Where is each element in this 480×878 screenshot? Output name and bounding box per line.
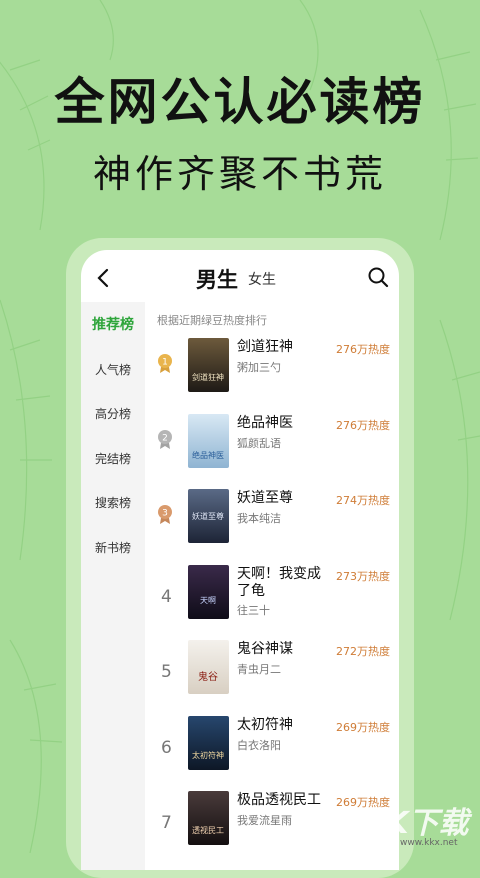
book-cover[interactable]: 鬼谷 bbox=[188, 640, 229, 694]
book-author: 白衣洛阳 bbox=[237, 739, 281, 752]
svg-text:太初符神: 太初符神 bbox=[192, 750, 224, 760]
book-heat: 274万热度 bbox=[336, 494, 390, 507]
search-icon[interactable] bbox=[367, 266, 389, 288]
svg-text:绝品神医: 绝品神医 bbox=[192, 450, 224, 460]
list-hint: 根据近期绿豆热度排行 bbox=[157, 314, 267, 327]
book-title[interactable]: 天啊！我变成了龟 bbox=[237, 566, 327, 600]
medal-icon: 2 bbox=[158, 430, 172, 449]
sidebar-item-top-rated[interactable]: 高分榜 bbox=[81, 405, 145, 422]
rank-number: 5 bbox=[161, 662, 172, 682]
phone-screen: 男生 女生 推荐榜 人气榜 高分榜 完结榜 搜索榜 新书榜 根据近期绿豆热度排行… bbox=[81, 250, 399, 870]
sidebar-item-new[interactable]: 新书榜 bbox=[81, 539, 145, 556]
book-cover[interactable]: 天啊 bbox=[188, 565, 229, 619]
top-nav: 男生 女生 bbox=[81, 250, 399, 302]
book-title[interactable]: 太初符神 bbox=[237, 717, 327, 734]
list-item[interactable]: 1 剑道狂神 剑道狂神 粥加三勺 276万热度 bbox=[145, 338, 399, 408]
book-title[interactable]: 妖道至尊 bbox=[237, 490, 327, 507]
tab-female[interactable]: 女生 bbox=[248, 269, 276, 289]
list-item[interactable]: 6 太初符神 太初符神 白衣洛阳 269万热度 bbox=[145, 716, 399, 786]
rank-number: 7 bbox=[161, 813, 172, 833]
sidebar-item-completed[interactable]: 完结榜 bbox=[81, 450, 145, 467]
watermark-url: www.kkx.net bbox=[400, 838, 458, 848]
book-list: 根据近期绿豆热度排行 1 剑道狂神 剑道狂神 粥加三勺 276万热度 2 绝品神… bbox=[145, 302, 399, 870]
book-cover[interactable]: 透视民工 bbox=[188, 791, 229, 845]
sidebar-item-popular[interactable]: 人气榜 bbox=[81, 361, 145, 378]
svg-text:鬼谷: 鬼谷 bbox=[198, 670, 218, 683]
list-item[interactable]: 2 绝品神医 绝品神医 狐颜乱语 276万热度 bbox=[145, 414, 399, 484]
book-author: 我爱流星雨 bbox=[237, 814, 292, 827]
book-title[interactable]: 极品透视民工 bbox=[237, 792, 327, 809]
chevron-left-icon[interactable] bbox=[93, 266, 113, 290]
book-author: 粥加三勺 bbox=[237, 361, 281, 374]
promo-headline: 全网公认必读榜 bbox=[54, 73, 426, 131]
svg-text:3: 3 bbox=[162, 509, 168, 519]
book-cover[interactable]: 剑道狂神 bbox=[188, 338, 229, 392]
svg-text:透视民工: 透视民工 bbox=[192, 825, 224, 835]
svg-text:剑道狂神: 剑道狂神 bbox=[192, 372, 224, 382]
book-title[interactable]: 鬼谷神谋 bbox=[237, 641, 327, 658]
ranking-sidebar: 推荐榜 人气榜 高分榜 完结榜 搜索榜 新书榜 bbox=[81, 302, 145, 870]
svg-text:2: 2 bbox=[162, 434, 168, 444]
book-author: 狐颜乱语 bbox=[237, 437, 281, 450]
list-item[interactable]: 5 鬼谷 鬼谷神谋 青虫月二 272万热度 bbox=[145, 640, 399, 710]
book-heat: 276万热度 bbox=[336, 343, 390, 356]
promo-subline: 神作齐聚不书荒 bbox=[92, 152, 387, 196]
rank-number: 4 bbox=[161, 587, 172, 607]
list-item[interactable]: 3 妖道至尊 妖道至尊 我本纯洁 274万热度 bbox=[145, 489, 399, 559]
svg-text:天啊: 天啊 bbox=[200, 596, 216, 605]
book-heat: 276万热度 bbox=[336, 419, 390, 432]
book-author: 青虫月二 bbox=[237, 663, 281, 676]
sidebar-item-recommended[interactable]: 推荐榜 bbox=[81, 314, 145, 334]
book-cover[interactable]: 妖道至尊 bbox=[188, 489, 229, 543]
medal-icon: 3 bbox=[158, 505, 172, 524]
book-author: 我本纯洁 bbox=[237, 512, 281, 525]
tab-male[interactable]: 男生 bbox=[196, 264, 238, 294]
list-item[interactable]: 4 天啊 天啊！我变成了龟 往三十 273万热度 bbox=[145, 565, 399, 635]
book-title[interactable]: 剑道狂神 bbox=[237, 339, 327, 356]
book-cover[interactable]: 绝品神医 bbox=[188, 414, 229, 468]
book-heat: 269万热度 bbox=[336, 721, 390, 734]
watermark-logo: KK下载 bbox=[362, 806, 469, 841]
book-heat: 272万热度 bbox=[336, 645, 390, 658]
list-item[interactable]: 7 透视民工 极品透视民工 我爱流星雨 269万热度 bbox=[145, 791, 399, 861]
book-heat: 273万热度 bbox=[336, 570, 390, 583]
svg-text:1: 1 bbox=[162, 358, 168, 368]
book-title[interactable]: 绝品神医 bbox=[237, 415, 327, 432]
rank-number: 6 bbox=[161, 738, 172, 758]
medal-icon: 1 bbox=[158, 354, 172, 373]
book-cover[interactable]: 太初符神 bbox=[188, 716, 229, 770]
book-author: 往三十 bbox=[237, 604, 270, 617]
sidebar-item-search[interactable]: 搜索榜 bbox=[81, 494, 145, 511]
svg-text:妖道至尊: 妖道至尊 bbox=[192, 511, 224, 521]
